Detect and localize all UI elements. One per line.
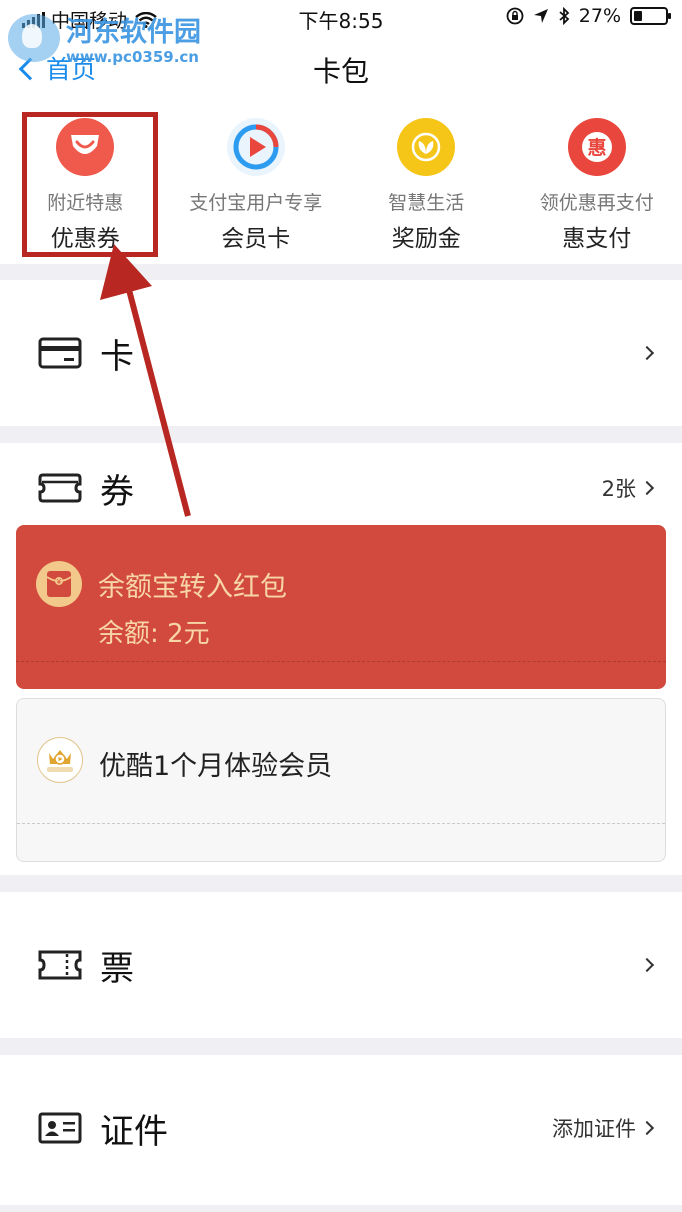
grid-sub-label: 支付宝用户专享 bbox=[189, 192, 323, 214]
grid-main-label: 惠支付 bbox=[562, 226, 632, 252]
grid-main-label: 奖励金 bbox=[391, 226, 461, 252]
hui-icon: 惠 bbox=[567, 118, 626, 176]
section-ticket[interactable]: 票 bbox=[0, 892, 682, 1038]
ticket-icon bbox=[38, 949, 82, 981]
watermark-title: 河东软件园 bbox=[66, 17, 201, 48]
svg-text:惠: 惠 bbox=[587, 137, 606, 159]
coupon-subtitle: 余额: 2元 bbox=[98, 619, 210, 649]
chevron-right-icon bbox=[639, 345, 655, 361]
coupon-divider bbox=[17, 823, 665, 824]
section-title: 券 bbox=[100, 471, 134, 512]
grid-sub-label: 智慧生活 bbox=[388, 192, 465, 214]
grid-item-hui-pay[interactable]: 惠 领优惠再支付 惠支付 bbox=[512, 104, 682, 264]
id-card-icon bbox=[38, 1112, 82, 1144]
grid-main-label: 会员卡 bbox=[221, 226, 291, 252]
add-id-button[interactable]: 添加证件 bbox=[552, 1113, 655, 1143]
battery-icon bbox=[630, 7, 671, 25]
grid-item-rewards[interactable]: 智慧生活 奖励金 bbox=[341, 104, 512, 264]
coupon-divider bbox=[16, 661, 666, 662]
youku-vip-icon bbox=[37, 737, 83, 783]
bluetooth-icon bbox=[559, 7, 570, 25]
highlight-box bbox=[22, 112, 158, 257]
chevron-right-icon bbox=[639, 957, 655, 973]
svg-text:¥: ¥ bbox=[57, 578, 62, 586]
watermark-url: www.pc0359.cn bbox=[66, 48, 199, 66]
section-title: 证件 bbox=[100, 1111, 168, 1152]
ticket-outline-icon bbox=[38, 472, 82, 504]
coupon-title: 优酷1个月体验会员 bbox=[99, 751, 333, 782]
watermark-logo-icon bbox=[8, 14, 60, 62]
watermark: 河东软件园 www.pc0359.cn bbox=[4, 8, 214, 70]
coupon-card-red-envelope[interactable]: ¥ 余额宝转入红包 余额: 2元 bbox=[16, 525, 666, 689]
section-card[interactable]: 卡 bbox=[0, 280, 682, 426]
rotation-lock-icon bbox=[506, 7, 524, 25]
red-envelope-icon: ¥ bbox=[36, 561, 82, 607]
section-title: 卡 bbox=[100, 336, 134, 377]
grid-sub-label: 领优惠再支付 bbox=[539, 192, 654, 214]
chevron-right-icon bbox=[639, 480, 655, 496]
add-id-label: 添加证件 bbox=[552, 1117, 636, 1141]
chevron-right-icon bbox=[639, 1120, 655, 1136]
coupon-title: 余额宝转入红包 bbox=[98, 572, 287, 603]
leaf-coin-icon bbox=[397, 118, 456, 176]
coupon-card-youku[interactable]: 优酷1个月体验会员 bbox=[16, 698, 666, 862]
section-id[interactable]: 证件 添加证件 bbox=[0, 1055, 682, 1205]
coupon-header[interactable]: 券 2张 bbox=[0, 443, 682, 533]
play-circle-icon bbox=[226, 118, 285, 176]
card-icon bbox=[38, 337, 82, 369]
grid-item-member-card[interactable]: 支付宝用户专享 会员卡 bbox=[171, 104, 342, 264]
section-title: 票 bbox=[100, 948, 134, 989]
battery-percent: 27% bbox=[578, 5, 621, 27]
location-icon bbox=[533, 9, 548, 23]
coupon-count: 2张 bbox=[601, 477, 636, 501]
